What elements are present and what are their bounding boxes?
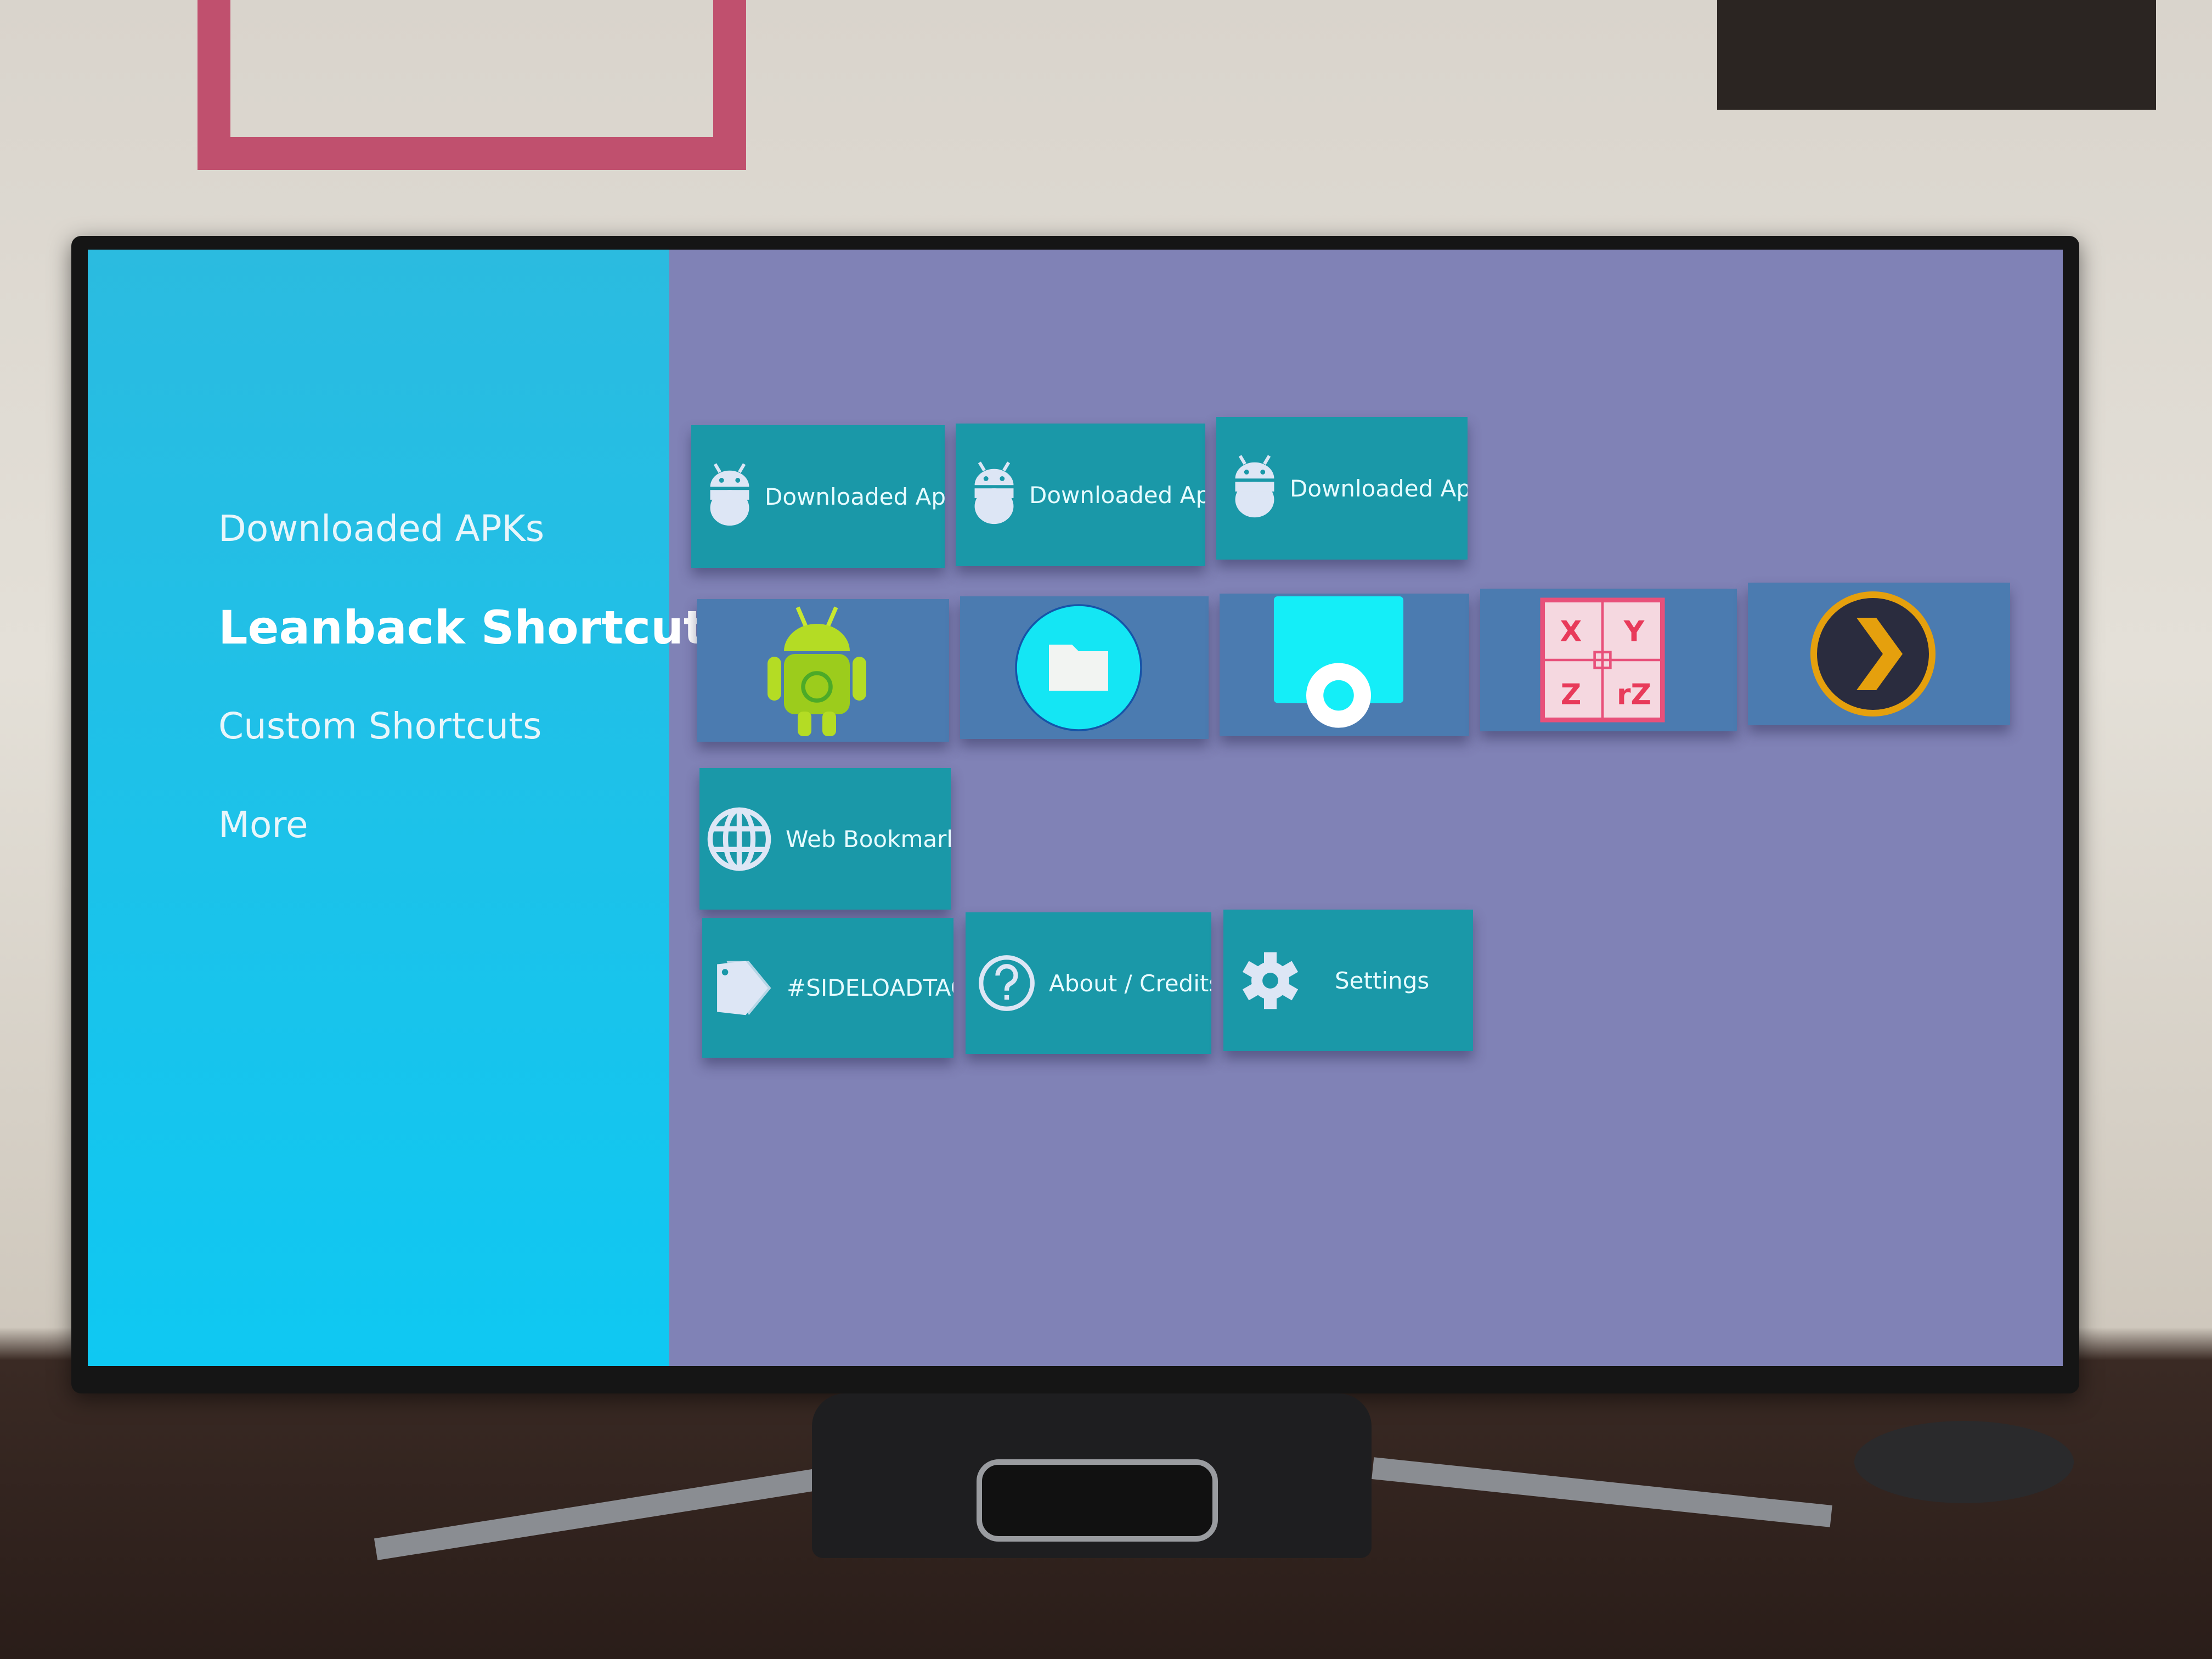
app-tile-file-manager[interactable] <box>960 596 1209 739</box>
sidebar-item-custom-shortcuts[interactable]: Custom Shortcuts <box>218 705 541 747</box>
tile-label: Downloaded Apk <box>765 483 945 510</box>
sidebar-item-leanback-shortcuts[interactable]: Leanback Shortcuts <box>218 601 733 654</box>
tile-label: Downloaded Apk <box>1029 481 1205 509</box>
tag-icon <box>717 961 771 1015</box>
android-icon <box>710 463 749 526</box>
tile-about-credits[interactable]: About / Credits <box>966 912 1211 1054</box>
tile-web-bookmark[interactable]: Web Bookmark <box>699 768 951 910</box>
app-tile-record[interactable] <box>1220 594 1469 736</box>
android-icon <box>974 461 1014 524</box>
record-app-icon <box>1273 596 1403 728</box>
tile-label: Settings <box>1335 967 1430 994</box>
xyz-letter: Y <box>1623 616 1645 648</box>
app-tile-xyz[interactable]: X Y Z rZ <box>1480 589 1737 731</box>
help-icon <box>979 955 1035 1011</box>
app-tile-plex[interactable] <box>1748 583 2010 725</box>
plex-icon <box>1810 591 1936 716</box>
sidebar-item-downloaded-apks[interactable]: Downloaded APKs <box>218 507 544 550</box>
tv-stand-left <box>374 1468 822 1560</box>
file-manager-icon <box>1014 604 1142 731</box>
tile-label: #SIDELOADTAGS <box>787 974 953 1001</box>
android-icon <box>1235 455 1274 518</box>
soundbar-grille <box>977 1459 1218 1542</box>
tv-screen: Downloaded APKs Leanback Shortcuts Custo… <box>88 250 2063 1366</box>
xyz-letter: rZ <box>1617 679 1651 712</box>
app-tile-nvidia[interactable] <box>697 599 949 742</box>
tile-downloaded-apk[interactable]: Downloaded Apk <box>691 425 945 568</box>
xyz-letter: X <box>1560 616 1582 648</box>
media-device <box>1854 1421 2074 1503</box>
tile-label: Downloaded Apk <box>1290 475 1468 502</box>
tile-label: Web Bookmark <box>786 825 951 853</box>
gear-icon <box>1242 952 1299 1009</box>
tv-stand-right <box>1372 1457 1832 1527</box>
tile-sideloadtags[interactable]: #SIDELOADTAGS <box>702 918 953 1058</box>
wall-shelf <box>198 0 746 170</box>
xyz-app-icon: X Y Z rZ <box>1540 597 1665 723</box>
nvidia-android-icon <box>768 606 866 736</box>
globe-icon <box>707 807 771 871</box>
tile-downloaded-apk[interactable]: Downloaded Apk <box>956 424 1205 566</box>
tile-label: About / Credits <box>1049 969 1211 997</box>
wall-shelf-right <box>1717 0 2156 110</box>
tile-downloaded-apk[interactable]: Downloaded Apk <box>1216 417 1468 560</box>
sidebar-item-more[interactable]: More <box>218 804 308 846</box>
xyz-letter: Z <box>1561 679 1582 712</box>
tile-settings[interactable]: Settings <box>1223 910 1473 1051</box>
sidebar: Downloaded APKs Leanback Shortcuts Custo… <box>88 250 733 1366</box>
